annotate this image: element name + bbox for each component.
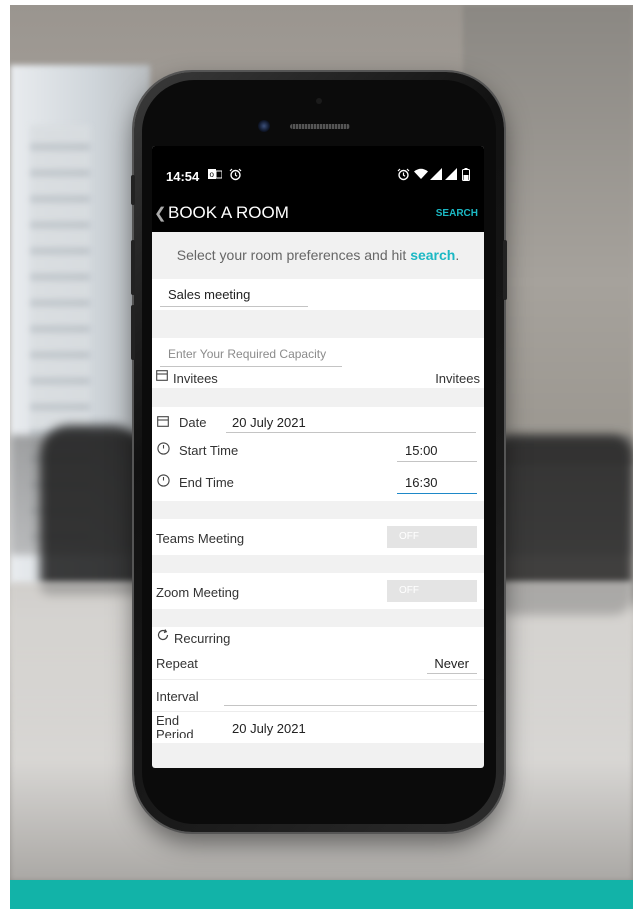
proximity-sensor xyxy=(316,98,322,104)
svg-text:o: o xyxy=(210,170,215,179)
signal-icon xyxy=(430,168,442,183)
capacity-underline xyxy=(160,366,342,367)
end-time-row: End Time 16:30 xyxy=(152,465,484,501)
start-time-row: Start Time 15:00 xyxy=(152,433,484,465)
repeat-label: Repeat xyxy=(156,656,198,671)
repeat-select[interactable]: Never xyxy=(434,656,469,671)
alarm-icon xyxy=(229,168,242,184)
recurring-label: Recurring xyxy=(174,631,231,646)
end-time-label: End Time xyxy=(179,475,234,490)
outlook-icon: o xyxy=(208,168,223,183)
wifi-icon xyxy=(414,168,428,183)
end-period-label: End Period xyxy=(156,714,194,738)
calendar-icon xyxy=(156,369,168,384)
end-time-underline xyxy=(397,493,477,494)
refresh-icon xyxy=(156,628,170,645)
phone-power-button xyxy=(503,240,507,300)
invitees-row[interactable]: Invitees Invitees xyxy=(152,368,484,388)
row-divider xyxy=(152,711,484,712)
clock-icon xyxy=(157,442,170,458)
instruction-search-link: search xyxy=(410,247,456,263)
date-row: Date 20 July 2021 xyxy=(152,407,484,433)
phone-screen: 14:54 o ❮ BOOK A ROOM SEARCH Select your… xyxy=(152,146,484,768)
front-camera xyxy=(258,120,270,132)
date-input[interactable]: 20 July 2021 xyxy=(232,415,306,430)
teams-meeting-label: Teams Meeting xyxy=(156,531,245,546)
phone-side-button-left-2 xyxy=(131,240,135,295)
signal-icon xyxy=(445,168,457,183)
meeting-title-input[interactable]: Sales meeting xyxy=(168,287,250,302)
phone-side-button-left-1 xyxy=(131,175,135,205)
zoom-meeting-row: Zoom Meeting OFF xyxy=(152,573,484,609)
calendar-icon xyxy=(157,415,169,430)
invitees-value: Invitees xyxy=(435,371,480,386)
zoom-meeting-toggle[interactable]: OFF xyxy=(387,580,477,602)
repeat-underline xyxy=(427,673,477,674)
search-button[interactable]: SEARCH xyxy=(436,208,478,219)
start-time-label: Start Time xyxy=(179,443,239,458)
end-period-input[interactable]: 20 July 2021 xyxy=(232,721,306,736)
alarm-icon xyxy=(397,168,410,184)
invitees-label: Invitees xyxy=(173,371,218,386)
meeting-title-underline xyxy=(160,306,308,307)
interval-underline xyxy=(224,705,477,706)
interval-label: Interval xyxy=(156,689,199,704)
app-bar: ❮ BOOK A ROOM SEARCH xyxy=(152,194,484,232)
instruction-text-prefix: Select your room preferences and hit xyxy=(176,247,411,263)
earpiece-speaker xyxy=(290,124,350,129)
brand-bar xyxy=(10,880,633,909)
phone-side-button-left-3 xyxy=(131,305,135,360)
battery-icon xyxy=(462,168,470,184)
status-time: 14:54 xyxy=(166,169,200,184)
instruction-text-suffix: . xyxy=(455,247,460,263)
capacity-input[interactable]: Enter Your Required Capacity xyxy=(168,347,326,361)
meeting-title-row: Sales meeting xyxy=(152,279,484,310)
date-label: Date xyxy=(179,415,207,430)
teams-meeting-toggle[interactable]: OFF xyxy=(387,526,477,548)
recurring-section: Recurring Repeat Never Interval End Peri… xyxy=(152,627,484,743)
page-title: BOOK A ROOM xyxy=(168,203,289,222)
end-time-input[interactable]: 16:30 xyxy=(405,475,438,490)
capacity-row: Enter Your Required Capacity xyxy=(152,338,484,368)
start-time-underline xyxy=(397,461,477,462)
back-chevron-icon[interactable]: ❮ xyxy=(154,204,167,222)
clock-icon xyxy=(157,474,170,490)
start-time-input[interactable]: 15:00 xyxy=(405,443,438,458)
zoom-meeting-label: Zoom Meeting xyxy=(156,585,240,600)
instruction-text: Select your room preferences and hit sea… xyxy=(152,232,484,279)
teams-meeting-row: Teams Meeting OFF xyxy=(152,519,484,555)
row-divider xyxy=(152,679,484,680)
status-bar: 14:54 o xyxy=(152,146,484,194)
